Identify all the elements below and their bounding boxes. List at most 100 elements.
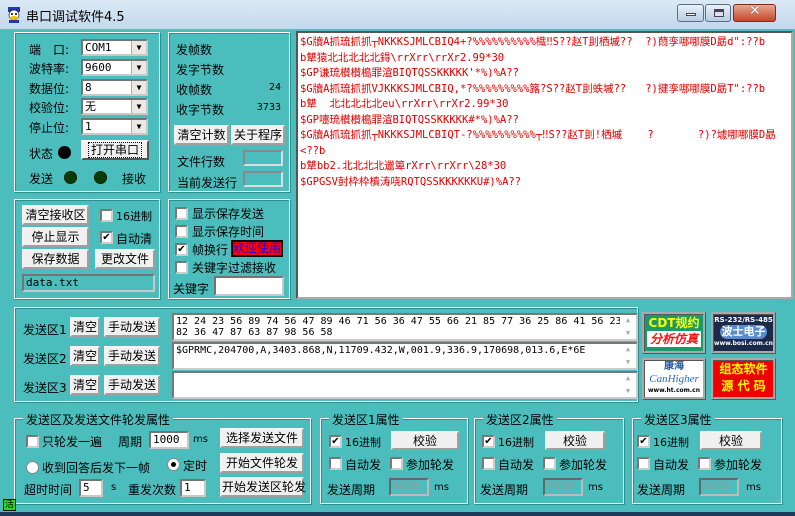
start-file-poll-button[interactable]: 开始文件轮发: [220, 453, 304, 473]
select-file-button[interactable]: 选择发送文件: [220, 428, 304, 448]
area-3-poll-label: 参加轮发: [714, 458, 763, 472]
area-3-period-input[interactable]: 1000: [699, 478, 739, 496]
counters-group: 发帧数 发字节数 收帧数 24 收字节数 3733 清空计数 关于程序 文件行数…: [168, 32, 290, 192]
cdt-ad-banner[interactable]: CDT规约 分析仿真: [642, 312, 706, 354]
timed-radio[interactable]: [167, 458, 180, 471]
clear-count-button[interactable]: 清空计数: [174, 125, 229, 145]
port-select[interactable]: COM1 ▼: [81, 39, 148, 56]
chevron-down-icon[interactable]: ▼: [131, 41, 146, 54]
poll-once-checkbox[interactable]: [26, 435, 39, 448]
area-1-auto-label: 自动发: [345, 458, 382, 472]
area-2-auto-checkbox[interactable]: [482, 457, 495, 470]
parity-label: 校验位:: [29, 101, 70, 115]
title-bar: 串口调试软件4.5 ✕: [0, 0, 795, 30]
area-3-auto-checkbox[interactable]: [637, 457, 650, 470]
area-2-auto-label: 自动发: [498, 458, 535, 472]
after-reply-radio[interactable]: [26, 461, 39, 474]
area-1-check-button[interactable]: 校验: [391, 431, 459, 450]
area-1-auto-checkbox[interactable]: [329, 457, 342, 470]
send-area-3-send-button[interactable]: 手动发送: [104, 375, 160, 395]
send-area-3-textarea[interactable]: ▲ ▼: [172, 371, 638, 399]
change-file-button[interactable]: 更改文件: [95, 249, 155, 269]
send-area-2-send-button[interactable]: 手动发送: [104, 346, 160, 366]
scroll-up-icon[interactable]: ▲: [620, 315, 636, 326]
scroll-down-icon[interactable]: ▼: [620, 328, 636, 339]
scrollbar[interactable]: ▲ ▼: [620, 373, 636, 397]
area-2-check-button[interactable]: 校验: [545, 431, 605, 450]
retry-input[interactable]: 1: [180, 479, 206, 497]
hex-recv-checkbox[interactable]: [100, 209, 113, 222]
frame-newline-checkbox[interactable]: ✔: [175, 243, 188, 256]
area-3-poll-checkbox[interactable]: [698, 457, 711, 470]
keyword-filter-label: 关键字过滤接收: [192, 261, 277, 275]
scada-ad-banner[interactable]: 组态软件 源 代 码: [711, 358, 776, 400]
maximize-button[interactable]: [705, 4, 731, 22]
save-data-button[interactable]: 保存数据: [22, 249, 89, 269]
open-port-button[interactable]: 打开串口: [81, 140, 149, 160]
window-title: 串口调试软件4.5: [26, 10, 125, 25]
scroll-down-icon[interactable]: ▼: [620, 386, 636, 397]
send-area-2-clear-button[interactable]: 清空: [70, 346, 100, 366]
send-area-1-content: 12 24 23 56 89 74 56 47 89 46 71 56 36 4…: [176, 316, 622, 338]
bosi-ad-banner[interactable]: RS-232/RS-485 波士电子 www.bosi.com.cn: [711, 312, 776, 354]
start-area-poll-button[interactable]: 开始发送区轮发: [220, 477, 306, 497]
duck-app-icon: [8, 7, 20, 23]
chevron-down-icon[interactable]: ▼: [131, 120, 146, 133]
filename-field[interactable]: data.txt: [22, 274, 155, 292]
area-3-hex-checkbox[interactable]: ✔: [637, 435, 650, 448]
send-area-3-clear-button[interactable]: 清空: [70, 375, 100, 395]
show-save-time-checkbox[interactable]: [175, 225, 188, 238]
chevron-down-icon[interactable]: ▼: [131, 61, 146, 74]
port-value: COM1: [85, 41, 112, 54]
scroll-up-icon[interactable]: ▲: [620, 373, 636, 384]
send-area-2-textarea[interactable]: $GPRMC,204700,A,3403.868,N,11709.432,W,0…: [172, 342, 638, 370]
area-1-period-input[interactable]: 1000: [389, 478, 429, 496]
period-input[interactable]: 1000: [149, 431, 189, 449]
area-1-hex-checkbox[interactable]: ✔: [329, 435, 342, 448]
parity-select[interactable]: 无 ▼: [81, 98, 148, 115]
recv-bytes-value: 3733: [256, 102, 281, 113]
recv-frames-value: 24: [268, 82, 281, 93]
receive-line: $GP谦琉櫕櫕槝罪渲BIQTQSSKKKKK'*%)%A??: [300, 67, 519, 79]
status-bar: [0, 512, 795, 516]
area-1-poll-checkbox[interactable]: [390, 457, 403, 470]
receive-textarea[interactable]: $G牘A抓琉抓抓┬NKKKSJMLCBIQ4+?%%%%%%%%%%樴‼S??赵…: [296, 31, 793, 299]
scroll-down-icon[interactable]: ▼: [620, 357, 636, 368]
canhigher-ad-banner[interactable]: 康海 CanHigher www.ht.com.cn: [642, 358, 706, 400]
status-label: 状态: [29, 147, 54, 161]
stop-bits-select[interactable]: 1 ▼: [81, 118, 148, 135]
auto-clear-checkbox[interactable]: ✔: [100, 231, 113, 244]
timeout-label: 超时时间: [24, 483, 73, 497]
show-save-send-checkbox[interactable]: [175, 207, 188, 220]
area-3-period-unit: ms: [746, 482, 761, 493]
send-areas-group: 发送区1 清空 手动发送 12 24 23 56 89 74 56 47 89 …: [14, 307, 638, 402]
scroll-up-icon[interactable]: ▲: [620, 344, 636, 355]
after-reply-label: 收到回答后发下一帧: [42, 461, 151, 475]
recv-bytes-label: 收字节数: [176, 103, 225, 117]
area-3-check-button[interactable]: 校验: [700, 431, 762, 450]
data-bits-select[interactable]: 8 ▼: [81, 79, 148, 96]
send-area-1-textarea[interactable]: 12 24 23 56 89 74 56 47 89 46 71 56 36 4…: [172, 313, 638, 341]
minimize-button[interactable]: [677, 4, 704, 22]
about-button[interactable]: 关于程序: [231, 125, 285, 145]
chevron-down-icon[interactable]: ▼: [131, 100, 146, 113]
scrollbar[interactable]: ▲ ▼: [620, 315, 636, 339]
area-2-poll-checkbox[interactable]: [543, 457, 556, 470]
baud-select[interactable]: 9600 ▼: [81, 59, 148, 76]
area-2-hex-checkbox[interactable]: ✔: [482, 435, 495, 448]
stop-display-button[interactable]: 停止显示: [22, 227, 89, 247]
close-button[interactable]: ✕: [733, 3, 776, 22]
area-2-period-input[interactable]: 1000: [543, 478, 583, 496]
area-2-hex-label: 16进制: [498, 436, 534, 449]
keyword-filter-checkbox[interactable]: [175, 261, 188, 274]
poll-settings-group: 发送区及发送文件轮发属性 只轮发一遍 周期 1000 ms 选择发送文件 收到回…: [14, 411, 311, 504]
stop-bits-label: 停止位:: [29, 121, 70, 135]
chevron-down-icon[interactable]: ▼: [131, 81, 146, 94]
send-area-1-clear-button[interactable]: 清空: [70, 317, 100, 337]
send-area-1-send-button[interactable]: 手动发送: [104, 317, 160, 337]
timeout-input[interactable]: 5: [79, 479, 103, 497]
scrollbar[interactable]: ▲ ▼: [620, 344, 636, 368]
clear-recv-button[interactable]: 清空接收区: [22, 205, 89, 225]
keyword-input[interactable]: [214, 276, 284, 296]
area-2-props-group: 发送区2属性 ✔ 16进制 校验 自动发 参加轮发 发送周期 1000 ms: [474, 411, 624, 504]
